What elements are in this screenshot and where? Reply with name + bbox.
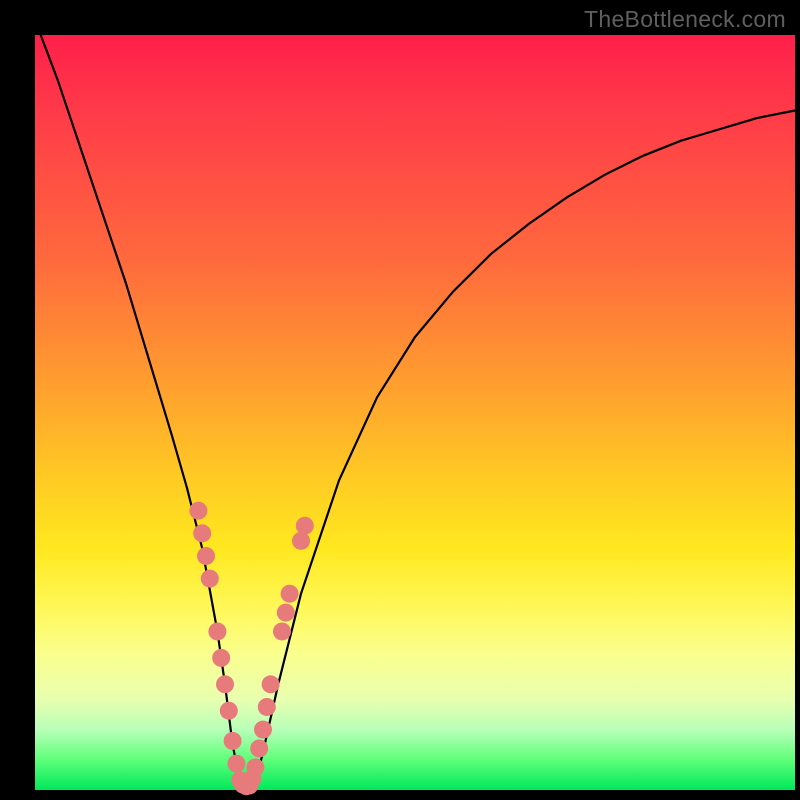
highlight-dot <box>189 502 207 520</box>
highlight-dot <box>193 524 211 542</box>
highlight-dot <box>296 517 314 535</box>
watermark-text: TheBottleneck.com <box>584 6 786 33</box>
highlight-dot <box>258 698 276 716</box>
highlight-dot <box>227 755 245 773</box>
highlight-dot <box>254 721 272 739</box>
highlight-dot <box>212 649 230 667</box>
highlight-dot <box>250 739 268 757</box>
highlight-dot <box>277 604 295 622</box>
highlight-dot <box>281 585 299 603</box>
highlight-dot <box>273 622 291 640</box>
curve-path <box>35 20 795 790</box>
highlight-dots <box>189 502 313 796</box>
highlight-dot <box>246 758 264 776</box>
highlight-dot <box>224 732 242 750</box>
highlight-dot <box>208 622 226 640</box>
chart-frame: TheBottleneck.com <box>0 0 800 800</box>
highlight-dot <box>197 547 215 565</box>
bottleneck-curve <box>35 20 795 790</box>
plot-area <box>35 35 795 790</box>
highlight-dot <box>201 570 219 588</box>
highlight-dot <box>292 532 310 550</box>
highlight-dot <box>262 675 280 693</box>
highlight-dot <box>216 675 234 693</box>
curve-layer <box>35 35 795 790</box>
highlight-dot <box>220 702 238 720</box>
